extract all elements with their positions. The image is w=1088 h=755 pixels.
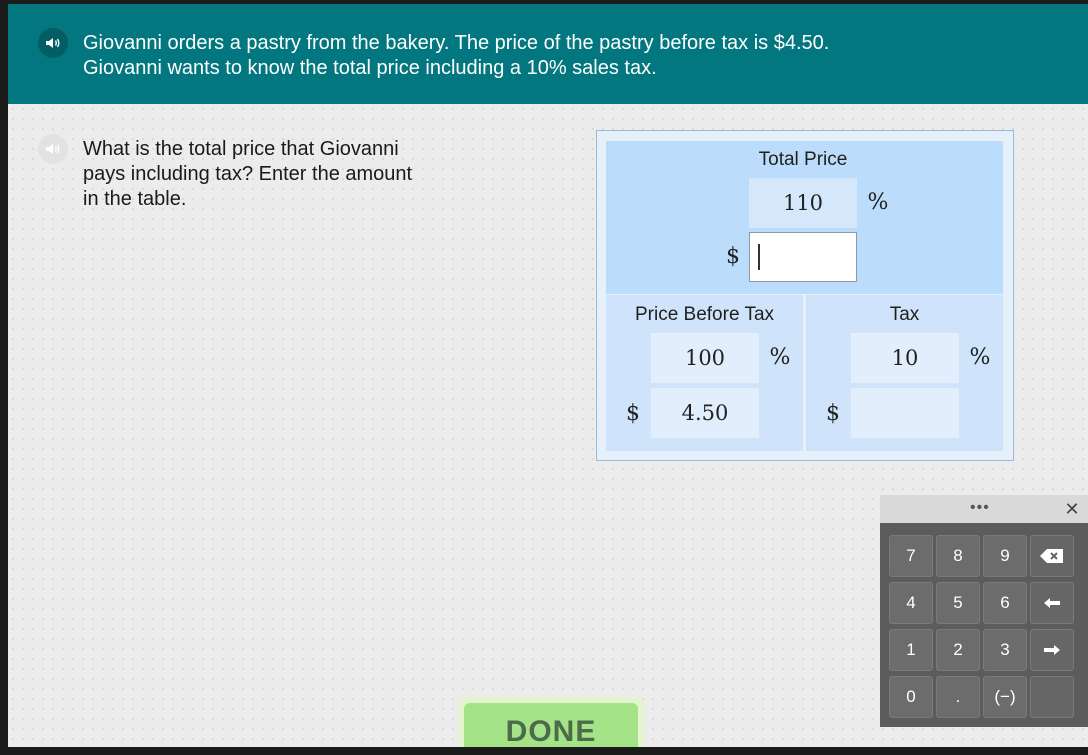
key-blank [1030,676,1074,718]
key-5[interactable]: 5 [936,582,980,624]
total-price-label: Total Price [758,149,848,170]
keypad-close-icon[interactable]: ✕ [1062,499,1082,520]
key-8[interactable]: 8 [936,535,980,577]
total-percent-cell: 110 [749,178,857,228]
percent-table: Total Price 110 % $ Price Before Tax 100… [596,130,1014,461]
done-button[interactable]: DONE [464,703,638,747]
arrow-right-icon [1044,645,1060,655]
key-2[interactable]: 2 [936,629,980,671]
tax-dollar-cell[interactable] [851,388,959,438]
pbt-percent-sign: % [769,345,791,370]
question-line-2: pays including tax? Enter the amount [83,163,413,185]
pbt-percent-cell: 100 [651,333,759,383]
keypad-drag-handle-icon[interactable]: ••• [970,499,990,517]
problem-statement: Giovanni orders a pastry from the bakery… [83,31,829,81]
total-dollar-sign: $ [726,244,740,269]
price-before-tax-section: Price Before Tax 100 % $ 4.50 [606,295,803,451]
question-speaker-icon[interactable] [38,134,68,164]
total-percent-sign: % [867,190,889,215]
problem-line-2: Giovanni wants to know the total price i… [83,57,657,79]
pbt-dollar-cell: 4.50 [651,388,759,438]
key-9[interactable]: 9 [983,535,1027,577]
tax-dollar-sign: $ [826,401,840,426]
backspace-icon [1040,549,1063,563]
right-arrow-key[interactable] [1030,629,1074,671]
left-arrow-key[interactable] [1030,582,1074,624]
done-button-frame: DONE [458,697,644,747]
question-line-3: in the table. [83,188,187,210]
tax-label: Tax [889,304,920,325]
tax-percent-sign: % [969,345,991,370]
key-negative[interactable]: (−) [983,676,1027,718]
backspace-key[interactable] [1030,535,1074,577]
total-price-input[interactable] [749,232,857,282]
pbt-dollar-sign: $ [626,401,640,426]
key-4[interactable]: 4 [889,582,933,624]
key-decimal[interactable]: . [936,676,980,718]
question-line-1: What is the total price that Giovanni [83,138,399,160]
price-before-tax-label: Price Before Tax [634,304,775,325]
keypad-titlebar[interactable]: ••• ✕ [880,495,1088,523]
problem-header: Giovanni orders a pastry from the bakery… [8,4,1088,104]
app-window: Giovanni orders a pastry from the bakery… [8,4,1088,747]
key-7[interactable]: 7 [889,535,933,577]
key-3[interactable]: 3 [983,629,1027,671]
key-0[interactable]: 0 [889,676,933,718]
tax-percent-cell: 10 [851,333,959,383]
speaker-glyph [46,144,60,154]
number-keypad: ••• ✕ 7 8 9 4 5 6 1 2 3 0 . (−) [880,495,1088,727]
problem-line-1: Giovanni orders a pastry from the bakery… [83,32,830,54]
question-text: What is the total price that Giovanni pa… [83,137,412,212]
total-price-section: Total Price 110 % $ [606,141,1003,294]
arrow-left-icon [1044,598,1060,608]
text-cursor [758,244,760,270]
speaker-glyph [46,38,60,48]
tax-section: Tax 10 % $ [806,295,1003,451]
key-6[interactable]: 6 [983,582,1027,624]
speaker-icon[interactable] [38,28,68,58]
key-1[interactable]: 1 [889,629,933,671]
